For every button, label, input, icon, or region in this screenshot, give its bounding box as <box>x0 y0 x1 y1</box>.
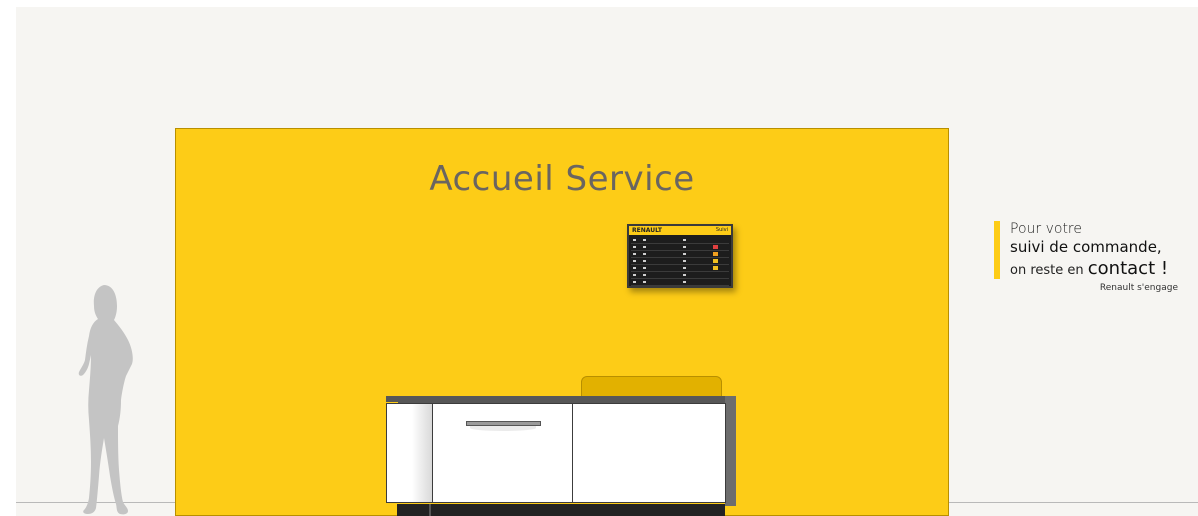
promo-line-3: on reste en contact ! <box>1010 258 1168 279</box>
screen-row <box>631 238 729 244</box>
desk-top <box>386 396 736 403</box>
wall-title: Accueil Service <box>429 159 695 199</box>
desk-side <box>725 396 736 506</box>
screen-header-right: Suivi <box>715 227 728 233</box>
wall-screen: RENAULT Suivi <box>627 224 733 288</box>
promo-block: Pour votre suivi de commande, on reste e… <box>994 221 1184 301</box>
desk-panel-middle <box>432 403 573 503</box>
screen-status-bar <box>713 259 718 263</box>
screen-status-bar <box>713 245 718 249</box>
promo-contact-emphasis: contact ! <box>1087 258 1169 279</box>
promo-signature: Renault s'engage <box>1099 283 1178 293</box>
screen-status-bar <box>713 266 718 270</box>
desk-base <box>397 504 725 516</box>
person-silhouette-icon <box>78 285 133 515</box>
drawer-handle <box>466 421 541 426</box>
screen-header: RENAULT Suivi <box>629 226 731 235</box>
promo-line-3-prefix: on reste en <box>1010 263 1088 278</box>
promo-accent-bar <box>994 221 1000 279</box>
desk-panel-right <box>572 403 726 503</box>
screen-row <box>631 273 729 279</box>
desk-base-gap <box>429 504 431 516</box>
screen-header-text: RENAULT <box>632 227 662 234</box>
screen-status-bar <box>713 252 718 256</box>
promo-line-2: suivi de commande, <box>1010 238 1162 256</box>
desk-panel-left <box>386 403 433 503</box>
promo-line-1: Pour votre <box>1010 221 1082 237</box>
screen-row <box>631 280 729 286</box>
